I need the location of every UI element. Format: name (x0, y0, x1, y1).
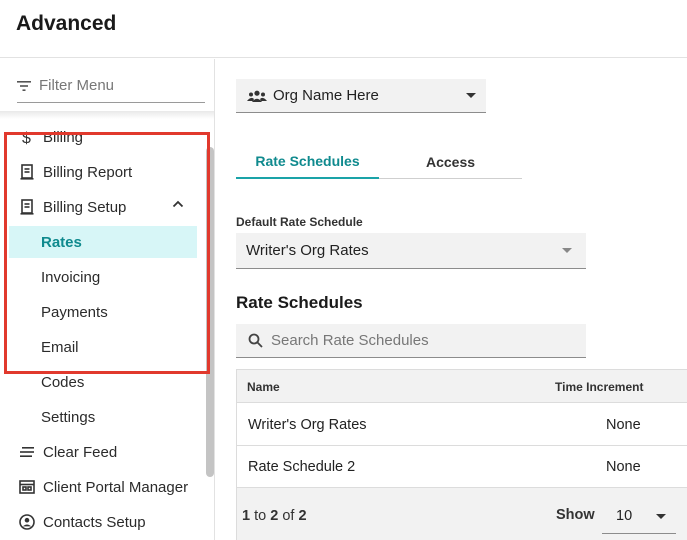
filter-menu-field[interactable]: Filter Menu (17, 69, 205, 103)
sidebar-item-label: Codes (41, 373, 85, 391)
caret-down-icon (562, 248, 572, 253)
sidebar-item-clear-feed[interactable]: Clear Feed (0, 436, 210, 468)
sidebar-item-rates[interactable]: Rates (9, 226, 197, 258)
row-name: Writer's Org Rates (248, 417, 367, 433)
caret-down-icon (466, 93, 476, 98)
filter-placeholder: Filter Menu (39, 77, 115, 94)
sidebar-item-settings[interactable]: Settings (9, 401, 197, 433)
search-icon (248, 333, 263, 348)
sidebar-item-client-portal-manager[interactable]: Client Portal Manager (0, 471, 210, 503)
sidebar-item-billing-report[interactable]: Billing Report (0, 156, 210, 188)
sidebar-item-invoicing[interactable]: Invoicing (9, 261, 197, 293)
sidebar-item-label: Email (41, 338, 79, 356)
row-time-increment: None (606, 417, 641, 433)
pagination-to-word: to (254, 508, 267, 524)
table-header: Name Time Increment (237, 370, 687, 403)
page-title: Advanced (16, 12, 117, 35)
sidebar-item-label: Client Portal Manager (43, 478, 189, 496)
search-field[interactable] (236, 324, 586, 358)
tab-bar: Rate Schedules Access (236, 145, 522, 179)
sidebar-item-label: Settings (41, 408, 96, 426)
pagination-summary: 1 to 2 of 2 (242, 508, 307, 524)
sidebar-item-label: Billing Setup (43, 198, 127, 216)
table-row[interactable]: Rate Schedule 2 None (237, 446, 687, 488)
tab-rate-schedules[interactable]: Rate Schedules (236, 145, 379, 179)
org-select[interactable]: Org Name Here (236, 79, 486, 113)
sidebar-item-label: Rates (41, 233, 82, 251)
column-header-name[interactable]: Name (247, 380, 280, 394)
group-icon (247, 90, 267, 102)
sidebar-item-label: Billing (43, 128, 84, 146)
table-row[interactable]: Writer's Org Rates None (237, 404, 687, 446)
sidebar-item-billing-setup[interactable]: Billing Setup (0, 191, 210, 223)
search-input[interactable] (271, 332, 571, 349)
sidebar-item-contacts-setup[interactable]: Contacts Setup (0, 506, 210, 538)
show-label: Show (556, 507, 595, 523)
sidebar-scrollbar[interactable] (206, 147, 214, 477)
default-rate-label: Default Rate Schedule (236, 215, 363, 229)
feed-icon (19, 444, 35, 460)
sidebar-item-email[interactable]: Email (9, 331, 197, 363)
table-footer: 1 to 2 of 2 Show 10 (237, 488, 687, 540)
sidebar-item-payments[interactable]: Payments (9, 296, 197, 328)
scrollbar-thumb[interactable] (206, 147, 214, 477)
pagination-to: 2 (270, 508, 279, 524)
dollar-icon: $ (19, 129, 35, 145)
sidebar-item-label: Clear Feed (43, 443, 118, 461)
chevron-up-icon[interactable] (172, 200, 184, 208)
header: Advanced (0, 0, 687, 58)
portal-icon (19, 479, 35, 495)
column-header-time-increment[interactable]: Time Increment (555, 380, 643, 394)
pagination-total: 2 (298, 508, 307, 524)
tab-access[interactable]: Access (379, 145, 522, 179)
default-rate-value: Writer's Org Rates (246, 242, 369, 259)
default-rate-select[interactable]: Writer's Org Rates (236, 233, 586, 269)
sidebar-item-billing[interactable]: $ Billing (0, 121, 210, 153)
filter-icon (17, 80, 31, 91)
row-time-increment: None (606, 459, 641, 475)
sidebar-item-label: Payments (41, 303, 108, 321)
receipt-icon (19, 199, 35, 215)
sidebar-item-codes[interactable]: Codes (9, 366, 197, 398)
svg-text:$: $ (22, 130, 31, 145)
sidebar-item-label: Invoicing (41, 268, 101, 286)
page-size-select[interactable]: 10 (602, 498, 676, 534)
rate-schedules-table: Name Time Increment Writer's Org Rates N… (236, 369, 687, 540)
pagination-from: 1 (242, 508, 251, 524)
report-icon (19, 164, 35, 180)
main-content: Org Name Here Rate Schedules Access Defa… (216, 59, 687, 540)
pagination-of-word: of (282, 508, 295, 524)
sidebar: Filter Menu $ Billing Billing Report Bil… (0, 59, 215, 540)
sidebar-item-label: Contacts Setup (43, 513, 146, 531)
row-name: Rate Schedule 2 (248, 459, 356, 475)
org-select-value: Org Name Here (273, 87, 379, 104)
filter-divider (0, 111, 214, 119)
sidebar-item-label: Billing Report (43, 163, 133, 181)
contact-icon (19, 514, 35, 530)
caret-down-icon (656, 514, 666, 519)
page-size-value: 10 (616, 507, 633, 524)
section-title: Rate Schedules (236, 293, 363, 312)
page: Advanced Filter Menu $ Billing Billing R… (0, 0, 687, 540)
